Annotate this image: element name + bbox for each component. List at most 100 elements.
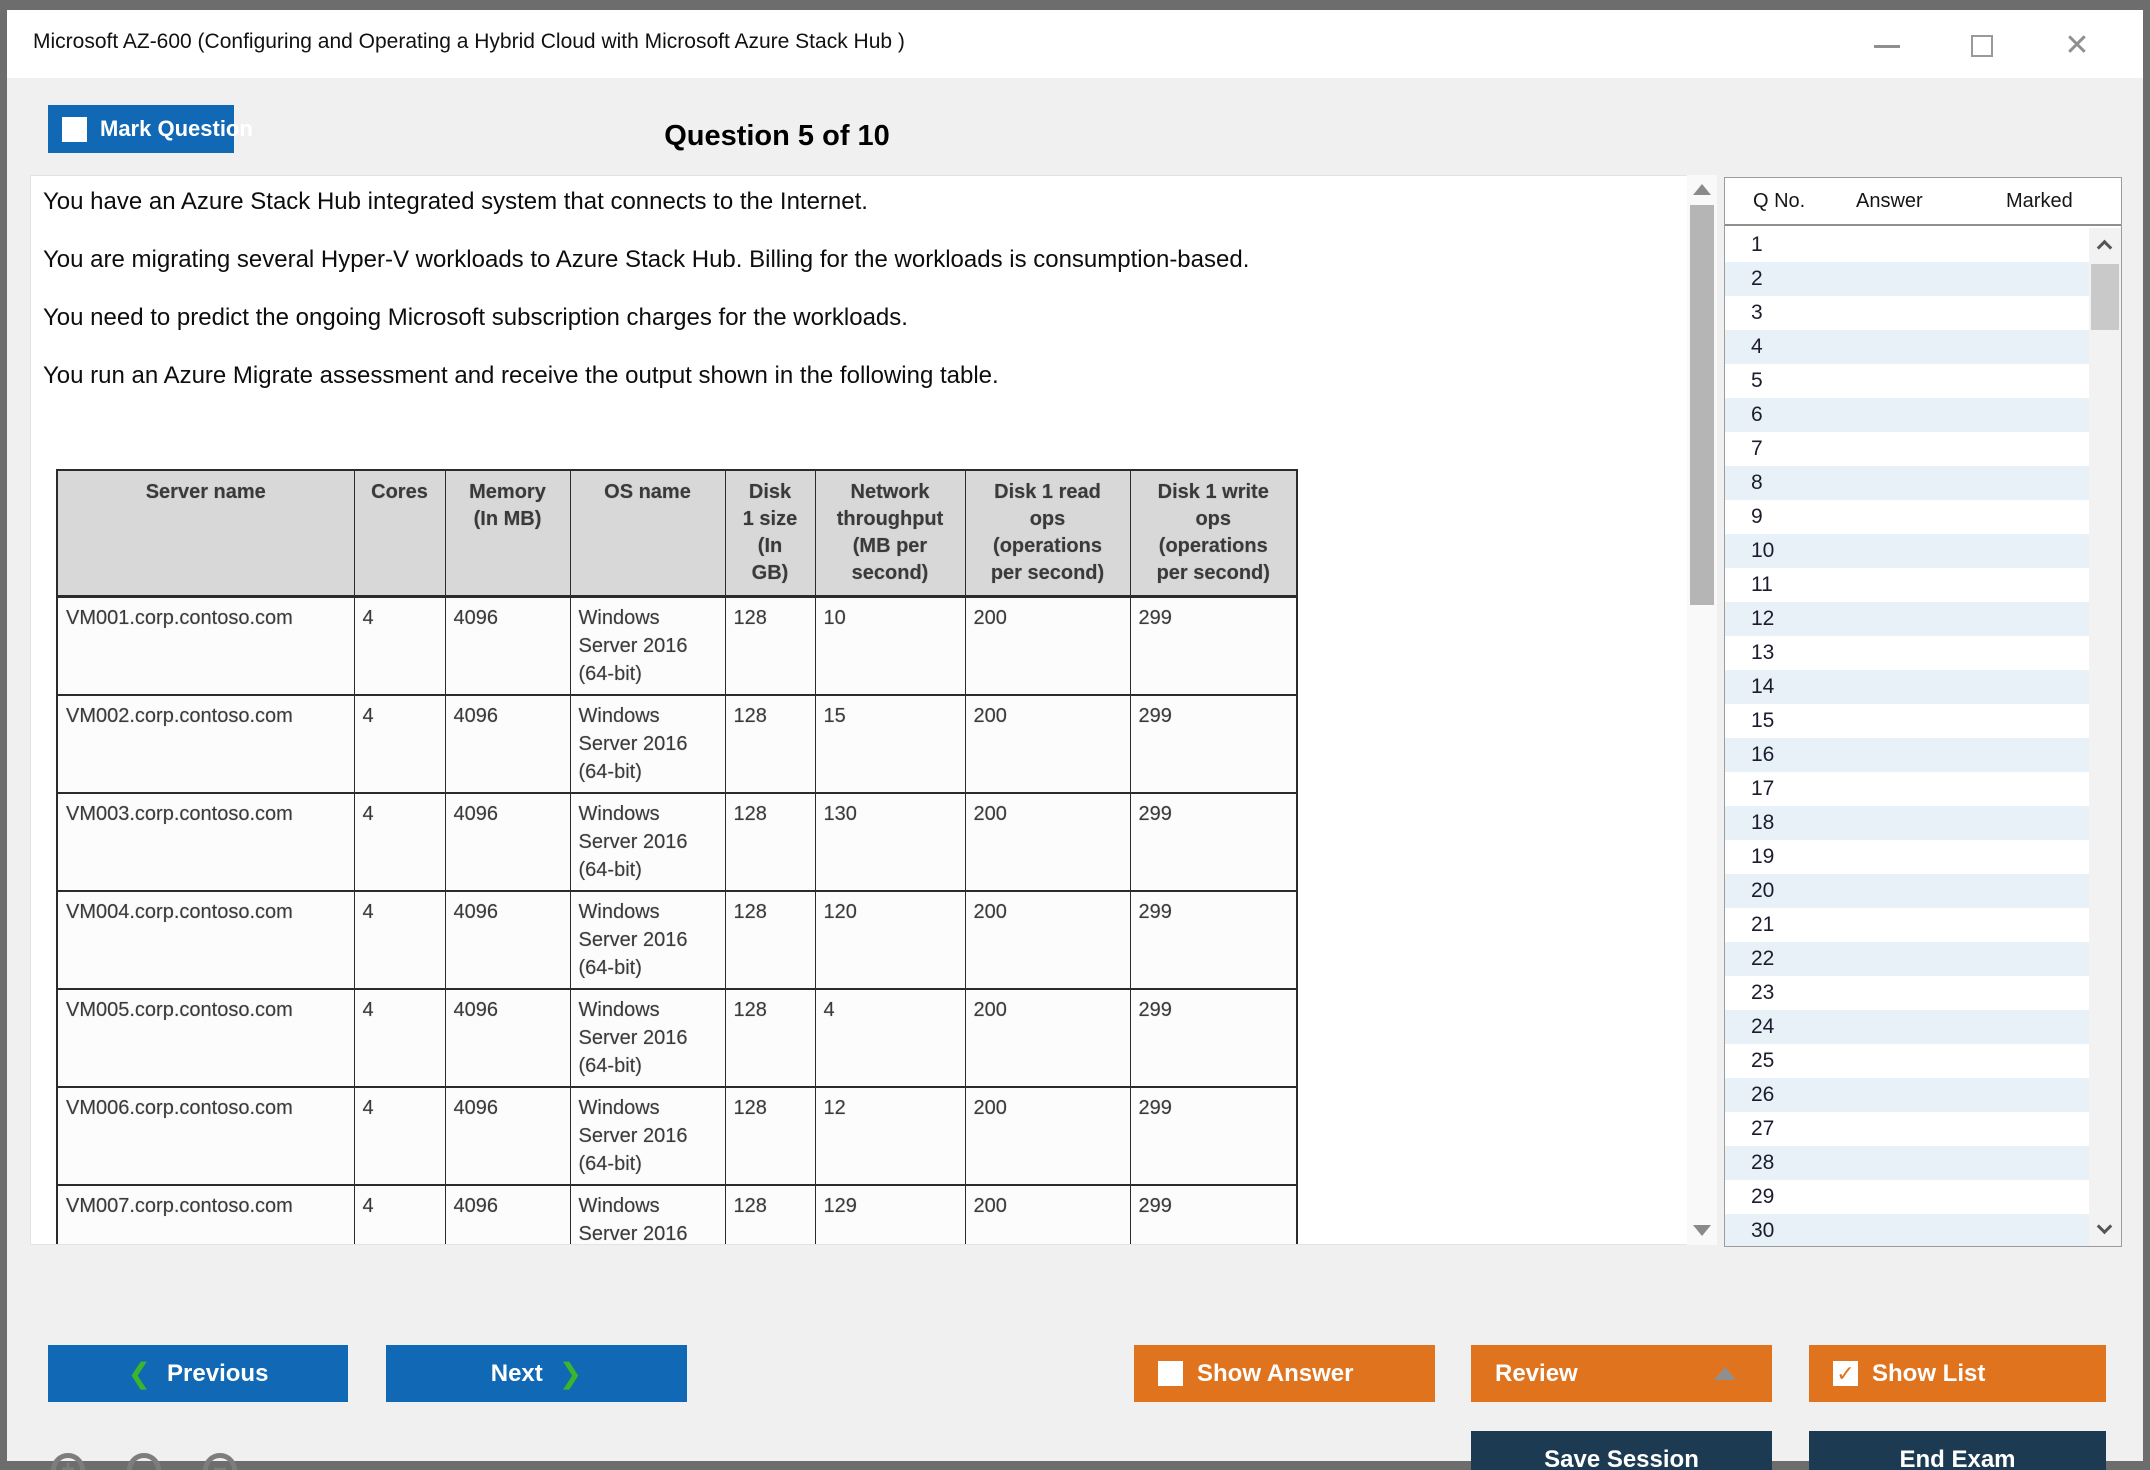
question-number: 9 [1751,505,1763,529]
question-list-row[interactable]: 24 [1725,1010,2121,1044]
lens: + [51,1453,85,1470]
table-cell: 4 [354,793,445,891]
question-list-row[interactable]: 11 [1725,568,2121,602]
table-cell: 200 [965,793,1130,891]
zoom-tools: + − [51,1453,249,1470]
previous-label: Previous [167,1360,268,1388]
question-list-row[interactable]: 28 [1725,1146,2121,1180]
table-cell: 129 [815,1185,965,1245]
question-list-row[interactable]: 19 [1725,840,2121,874]
show-list-label: Show List [1872,1360,1985,1388]
table-cell: VM004.corp.contoso.com [57,891,354,989]
table-row: VM002.corp.contoso.com44096Windows Serve… [57,695,1297,793]
column-header-qno: Q No. [1753,190,1805,213]
question-list-row[interactable]: 16 [1725,738,2121,772]
assessment-table-body: VM001.corp.contoso.com44096Windows Serve… [57,597,1297,1246]
question-list-row[interactable]: 14 [1725,670,2121,704]
table-cell: 200 [965,1087,1130,1185]
chevron-left-icon: ❮ [128,1360,151,1388]
question-list-row[interactable]: 15 [1725,704,2121,738]
table-cell: 120 [815,891,965,989]
question-counter: Question 5 of 10 [7,120,1547,153]
show-answer-checkbox[interactable] [1158,1361,1183,1386]
minimize-button[interactable] [1867,28,1907,64]
triangle-up-icon [1714,1367,1736,1380]
question-list-row[interactable]: 6 [1725,398,2121,432]
window-controls: ✕ [1867,28,2097,64]
zoom-in-icon[interactable]: + [51,1453,97,1470]
table-cell: 4 [354,989,445,1087]
show-answer-button[interactable]: Show Answer [1134,1345,1435,1402]
question-list-row[interactable]: 13 [1725,636,2121,670]
question-list-row[interactable]: 2 [1725,262,2121,296]
question-list-row[interactable]: 30 [1725,1214,2121,1246]
question-list-row[interactable]: 29 [1725,1180,2121,1214]
table-cell: 200 [965,989,1130,1087]
scrollbar-thumb[interactable] [1690,205,1714,605]
scroll-up-icon[interactable] [1693,184,1711,195]
previous-button[interactable]: ❮ Previous [48,1345,348,1402]
zoom-reset-icon[interactable] [127,1453,173,1470]
main-scrollbar[interactable] [1687,175,1717,1245]
scrollbar-thumb[interactable] [2091,264,2119,330]
question-list-row[interactable]: 8 [1725,466,2121,500]
question-list-row[interactable]: 22 [1725,942,2121,976]
lens [127,1453,161,1470]
close-button[interactable]: ✕ [2057,28,2097,64]
question-list-row[interactable]: 3 [1725,296,2121,330]
table-cell: 12 [815,1087,965,1185]
question-number: 11 [1751,573,1773,597]
question-list-row[interactable]: 26 [1725,1078,2121,1112]
scroll-up-icon[interactable] [2097,240,2113,256]
question-list-row[interactable]: 27 [1725,1112,2121,1146]
question-list-row[interactable]: 1 [1725,228,2121,262]
table-cell: 15 [815,695,965,793]
question-list-row[interactable]: 17 [1725,772,2121,806]
question-list-row[interactable]: 10 [1725,534,2121,568]
chevron-right-icon: ❯ [559,1360,582,1388]
table-cell: 200 [965,1185,1130,1245]
table-cell: 4 [354,1185,445,1245]
question-list-scrollbar[interactable] [2089,228,2121,1246]
question-list-row[interactable]: 12 [1725,602,2121,636]
question-list-row[interactable]: 5 [1725,364,2121,398]
table-cell: VM006.corp.contoso.com [57,1087,354,1185]
scroll-down-icon[interactable] [2097,1219,2113,1235]
table-cell: 4096 [445,891,570,989]
question-list-row[interactable]: 18 [1725,806,2121,840]
review-label: Review [1495,1360,1578,1388]
review-button[interactable]: Review [1471,1345,1772,1402]
col-header-os-name: OS name [570,470,725,597]
question-list-row[interactable]: 21 [1725,908,2121,942]
question-list-row[interactable]: 23 [1725,976,2121,1010]
question-list-row[interactable]: 20 [1725,874,2121,908]
scroll-down-icon[interactable] [1693,1225,1711,1236]
maximize-button[interactable] [1962,28,2002,64]
next-button[interactable]: Next ❯ [386,1345,687,1402]
col-header-server-name: Server name [57,470,354,597]
show-answer-label: Show Answer [1197,1360,1353,1388]
table-cell: 4 [354,597,445,696]
end-exam-button[interactable]: End Exam [1809,1431,2106,1470]
save-session-button[interactable]: Save Session [1471,1431,1772,1470]
table-cell: VM005.corp.contoso.com [57,989,354,1087]
question-number: 17 [1751,777,1774,801]
maximize-icon [1971,35,1993,57]
question-list-row[interactable]: 9 [1725,500,2121,534]
table-cell: 4096 [445,1185,570,1245]
question-list-row[interactable]: 7 [1725,432,2121,466]
question-list-header: Q No. Answer Marked [1725,178,2121,226]
question-list-row[interactable]: 25 [1725,1044,2121,1078]
column-header-answer: Answer [1856,190,1923,213]
show-list-button[interactable]: ✓ Show List [1809,1345,2106,1402]
table-cell: Windows Server 2016 (64-bit) [570,989,725,1087]
table-cell: 128 [725,793,815,891]
table-cell: Windows Server 2016 (64-bit) [570,1185,725,1245]
zoom-out-icon[interactable]: − [203,1453,249,1470]
window-title: Microsoft AZ-600 (Configuring and Operat… [33,30,905,54]
show-list-checkbox[interactable]: ✓ [1833,1361,1858,1386]
question-number: 10 [1751,539,1774,563]
table-cell: 299 [1130,793,1297,891]
col-header-disk-write-ops: Disk 1 write ops (operations per second) [1130,470,1297,597]
question-list-row[interactable]: 4 [1725,330,2121,364]
